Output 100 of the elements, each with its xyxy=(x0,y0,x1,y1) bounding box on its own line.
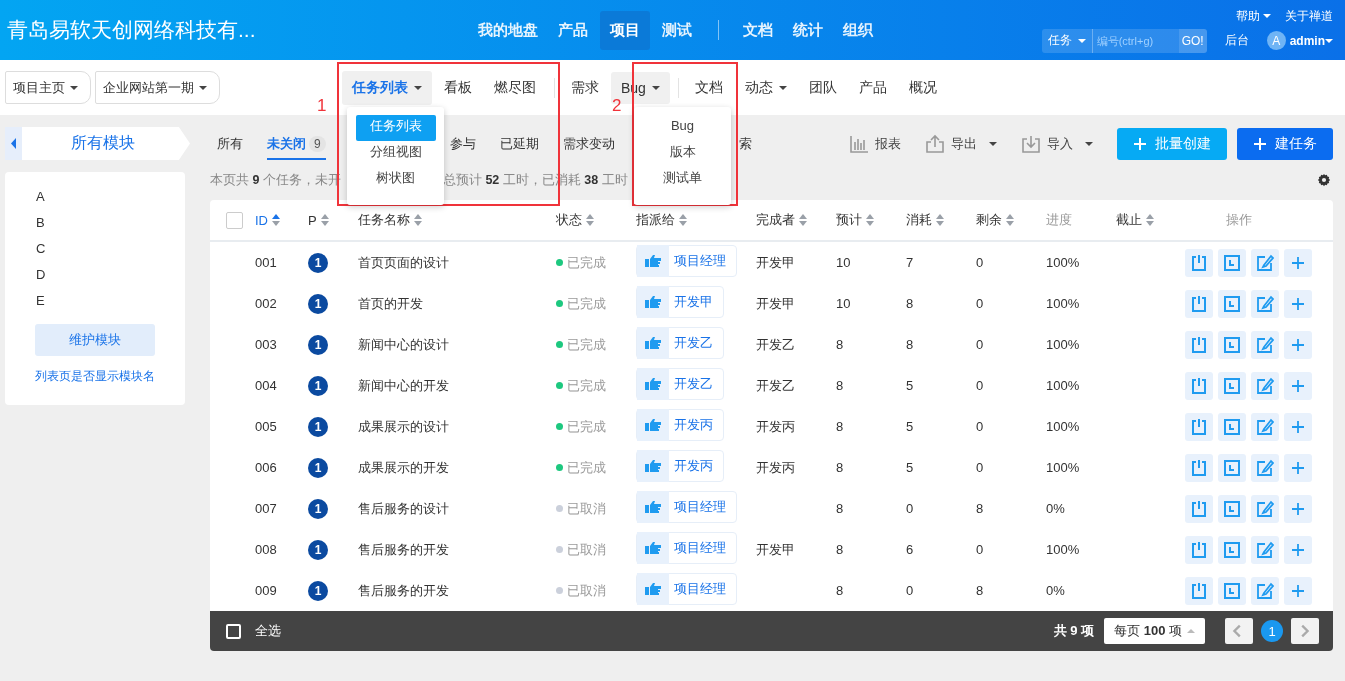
create-task-button[interactable]: 建任务 xyxy=(1237,127,1333,160)
record-hours-button[interactable] xyxy=(1218,412,1246,441)
start-button[interactable] xyxy=(1185,248,1213,277)
edit-button[interactable] xyxy=(1251,330,1279,359)
sub-nav-item[interactable]: 动态 xyxy=(734,70,797,105)
filter-tab[interactable]: 未关闭 9 xyxy=(267,127,326,160)
menu-item[interactable]: 分组视图 xyxy=(357,141,434,167)
column-header[interactable]: 消耗 xyxy=(906,211,976,229)
export-button[interactable]: 导出 xyxy=(925,133,997,154)
record-hours-button[interactable] xyxy=(1218,453,1246,482)
sort-icon[interactable] xyxy=(936,214,944,226)
user-menu[interactable]: admin xyxy=(1289,33,1333,48)
task-name[interactable]: 首页页面的设计 xyxy=(358,253,556,272)
sort-icon[interactable] xyxy=(320,214,329,226)
column-header[interactable]: 剩余 xyxy=(976,211,1046,229)
maintain-modules-button[interactable]: 维护模块 xyxy=(35,324,155,356)
filter-tab[interactable]: 参与 xyxy=(449,127,476,160)
breadcrumb[interactable]: 项目主页 xyxy=(5,71,91,104)
sub-nav-item[interactable]: 文档 xyxy=(684,70,733,105)
sort-icon[interactable] xyxy=(1146,214,1154,226)
menu-item[interactable]: Bug xyxy=(658,115,707,141)
edit-button[interactable] xyxy=(1251,494,1279,523)
record-hours-button[interactable] xyxy=(1218,494,1246,523)
column-header[interactable]: ID xyxy=(255,212,308,228)
edit-button[interactable] xyxy=(1251,371,1279,400)
task-name[interactable]: 成果展示的开发 xyxy=(358,458,556,477)
add-button[interactable] xyxy=(1284,412,1312,441)
edit-button[interactable] xyxy=(1251,453,1279,482)
breadcrumb[interactable]: 企业网站第一期 xyxy=(95,71,220,104)
add-button[interactable] xyxy=(1284,371,1312,400)
start-button[interactable] xyxy=(1185,289,1213,318)
sort-icon[interactable] xyxy=(272,214,280,226)
previous-page-button[interactable] xyxy=(1225,618,1253,644)
edit-button[interactable] xyxy=(1251,535,1279,564)
column-header[interactable]: 任务名称 xyxy=(358,211,556,229)
sort-icon[interactable] xyxy=(679,214,687,226)
about-link[interactable]: 关于禅道 xyxy=(1285,7,1333,25)
admin-link[interactable]: 后台 xyxy=(1224,32,1249,49)
sub-nav-item[interactable]: 燃尽图 xyxy=(484,70,546,105)
add-button[interactable] xyxy=(1284,576,1312,605)
edit-button[interactable] xyxy=(1251,248,1279,277)
module-item[interactable]: C xyxy=(36,236,185,262)
edit-button[interactable] xyxy=(1251,412,1279,441)
settings-icon[interactable] xyxy=(1317,173,1331,187)
start-button[interactable] xyxy=(1185,330,1213,359)
select-all-checkbox[interactable] xyxy=(226,211,243,229)
sort-icon[interactable] xyxy=(586,214,594,226)
filter-tab[interactable]: 所有 xyxy=(217,127,243,160)
sub-nav-item[interactable]: 概况 xyxy=(898,70,947,105)
record-hours-button[interactable] xyxy=(1218,535,1246,564)
start-button[interactable] xyxy=(1185,412,1213,441)
sub-nav-item[interactable]: 团队 xyxy=(798,70,847,105)
page-size-select[interactable]: 每页 100 项 xyxy=(1104,618,1205,644)
filter-tab[interactable]: 需求变动 xyxy=(562,127,615,160)
sub-nav-item[interactable]: 任务列表 xyxy=(342,70,432,105)
module-header[interactable]: 所有模块 xyxy=(5,127,190,160)
assign-button[interactable]: 项目经理 xyxy=(636,532,737,564)
task-name[interactable]: 新闻中心的开发 xyxy=(358,376,556,395)
import-button[interactable]: 导入 xyxy=(1021,133,1093,154)
add-button[interactable] xyxy=(1284,289,1312,318)
main-nav-item[interactable]: 项目 xyxy=(600,10,650,50)
start-button[interactable] xyxy=(1185,535,1213,564)
column-header[interactable]: 预计 xyxy=(836,211,906,229)
start-button[interactable] xyxy=(1185,453,1213,482)
add-button[interactable] xyxy=(1284,494,1312,523)
sort-icon[interactable] xyxy=(866,214,874,226)
module-item[interactable]: E xyxy=(36,288,185,314)
column-header[interactable]: 截止 xyxy=(1116,211,1185,229)
column-header[interactable]: P xyxy=(308,212,358,228)
assign-button[interactable]: 开发丙 xyxy=(636,409,724,441)
filter-tab[interactable]: 索 xyxy=(738,127,752,160)
task-name[interactable]: 售后服务的开发 xyxy=(358,540,556,559)
filter-tab[interactable]: 已延期 xyxy=(499,127,539,160)
module-item[interactable]: A xyxy=(36,184,185,210)
menu-item[interactable]: 版本 xyxy=(657,141,708,167)
add-button[interactable] xyxy=(1284,453,1312,482)
show-module-name-link[interactable]: 列表页是否显示模块名 xyxy=(35,368,185,385)
module-item[interactable]: B xyxy=(36,210,185,236)
assign-button[interactable]: 项目经理 xyxy=(636,245,737,277)
next-page-button[interactable] xyxy=(1291,618,1319,644)
assign-button[interactable]: 项目经理 xyxy=(636,491,737,523)
record-hours-button[interactable] xyxy=(1218,371,1246,400)
sort-icon[interactable] xyxy=(799,214,807,226)
sub-nav-item[interactable]: 产品 xyxy=(848,70,897,105)
task-name[interactable]: 售后服务的开发 xyxy=(358,581,556,600)
record-hours-button[interactable] xyxy=(1218,289,1246,318)
start-button[interactable] xyxy=(1185,371,1213,400)
sort-icon[interactable] xyxy=(1006,214,1014,226)
record-hours-button[interactable] xyxy=(1218,330,1246,359)
assign-button[interactable]: 项目经理 xyxy=(636,573,737,605)
column-header[interactable]: 指派给 xyxy=(636,211,756,229)
task-name[interactable]: 成果展示的设计 xyxy=(358,417,556,436)
sort-icon[interactable] xyxy=(414,214,422,226)
menu-item[interactable]: 测试单 xyxy=(651,167,714,193)
sub-nav-item[interactable]: 需求 xyxy=(561,70,609,105)
sub-nav-item[interactable]: 看板 xyxy=(434,70,482,105)
column-header[interactable]: 状态 xyxy=(556,211,636,229)
record-hours-button[interactable] xyxy=(1218,576,1246,605)
record-hours-button[interactable] xyxy=(1218,248,1246,277)
start-button[interactable] xyxy=(1185,494,1213,523)
